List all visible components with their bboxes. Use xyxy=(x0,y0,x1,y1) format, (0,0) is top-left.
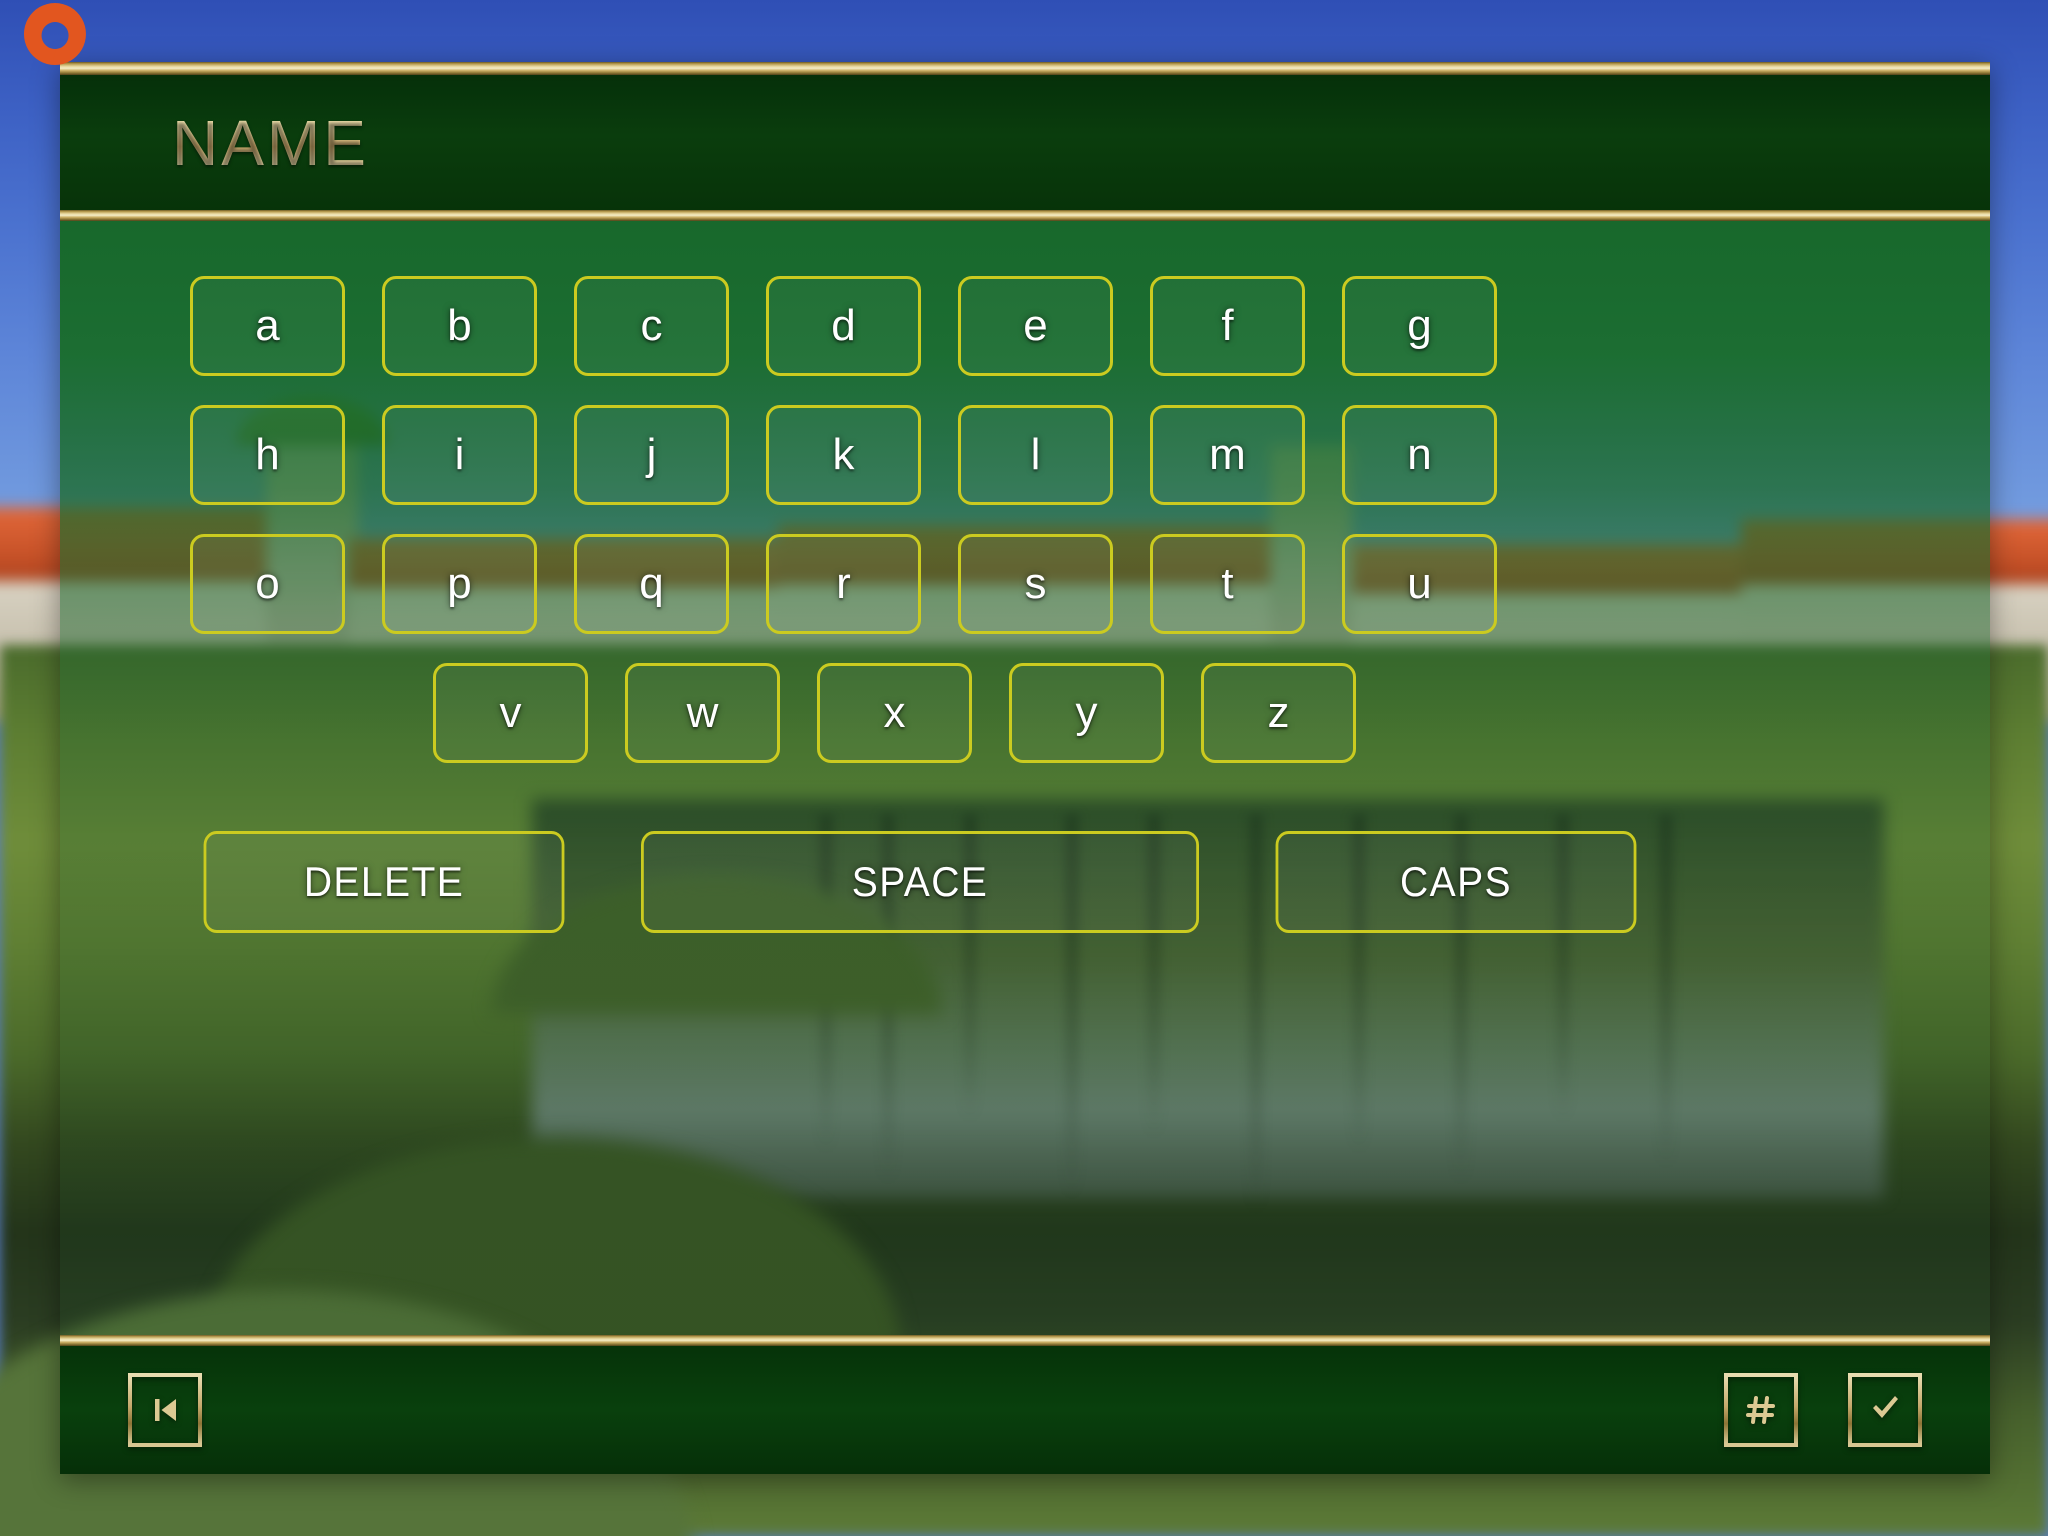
key-h[interactable]: h xyxy=(190,405,345,505)
space-key[interactable]: SPACE xyxy=(641,831,1199,933)
key-y[interactable]: y xyxy=(1009,663,1164,763)
name-entry-dialog: NAME a b c d e f g h i j k l m n o p q r… xyxy=(60,62,1990,1474)
key-c[interactable]: c xyxy=(574,276,729,376)
key-m[interactable]: m xyxy=(1150,405,1305,505)
delete-key[interactable]: DELETE xyxy=(203,831,565,933)
key-b[interactable]: b xyxy=(382,276,537,376)
key-g[interactable]: g xyxy=(1342,276,1497,376)
keyboard-row: o p q r s t u xyxy=(190,534,1860,634)
key-q[interactable]: q xyxy=(574,534,729,634)
key-n[interactable]: n xyxy=(1342,405,1497,505)
caps-key[interactable]: CAPS xyxy=(1275,831,1637,933)
key-j[interactable]: j xyxy=(574,405,729,505)
key-i[interactable]: i xyxy=(382,405,537,505)
dialog-header: NAME xyxy=(60,75,1990,210)
check-icon xyxy=(1864,1389,1906,1431)
key-u[interactable]: u xyxy=(1342,534,1497,634)
key-k[interactable]: k xyxy=(766,405,921,505)
key-a[interactable]: a xyxy=(190,276,345,376)
skip-back-icon xyxy=(145,1390,185,1430)
keyboard-row: a b c d e f g xyxy=(190,276,1860,376)
confirm-button[interactable] xyxy=(1848,1373,1922,1447)
key-t[interactable]: t xyxy=(1150,534,1305,634)
key-f[interactable]: f xyxy=(1150,276,1305,376)
key-l[interactable]: l xyxy=(958,405,1113,505)
function-key-row: DELETE SPACE CAPS xyxy=(190,831,1860,933)
key-w[interactable]: w xyxy=(625,663,780,763)
key-d[interactable]: d xyxy=(766,276,921,376)
keyboard-row: v w x y z xyxy=(190,663,1860,763)
header-divider-gold-rule xyxy=(60,210,1990,221)
keyboard-panel: a b c d e f g h i j k l m n o p q r s t … xyxy=(60,221,1990,1335)
action-bar xyxy=(60,1346,1990,1474)
key-z[interactable]: z xyxy=(1201,663,1356,763)
back-button[interactable] xyxy=(128,1373,202,1447)
keyboard-grid: a b c d e f g h i j k l m n o p q r s t … xyxy=(60,221,1990,1335)
numbers-button[interactable] xyxy=(1724,1373,1798,1447)
panel-top-gold-rule xyxy=(60,62,1990,75)
key-o[interactable]: o xyxy=(190,534,345,634)
key-s[interactable]: s xyxy=(958,534,1113,634)
key-x[interactable]: x xyxy=(817,663,972,763)
keyboard-row: h i j k l m n xyxy=(190,405,1860,505)
hash-icon xyxy=(1741,1390,1781,1430)
footer-divider-gold-rule xyxy=(60,1335,1990,1346)
key-r[interactable]: r xyxy=(766,534,921,634)
page-title: NAME xyxy=(172,106,369,179)
key-p[interactable]: p xyxy=(382,534,537,634)
key-e[interactable]: e xyxy=(958,276,1113,376)
key-v[interactable]: v xyxy=(433,663,588,763)
